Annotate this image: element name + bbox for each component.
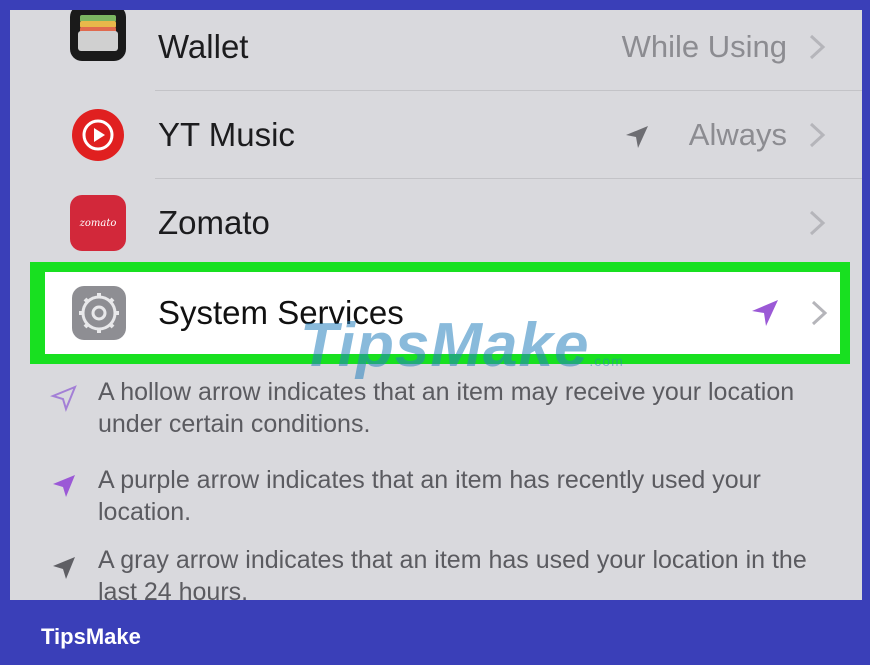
purple-arrow-icon bbox=[53, 475, 75, 497]
app-permission-wallet: While Using bbox=[621, 29, 787, 64]
chevron-right-icon bbox=[811, 300, 828, 326]
location-arrow-purple-icon bbox=[752, 300, 778, 326]
zomato-icon: zomato bbox=[70, 195, 126, 251]
gray-arrow-icon bbox=[53, 557, 75, 579]
app-name-wallet: Wallet bbox=[158, 28, 249, 65]
legend-text-hollow: A hollow arrow indicates that an item ma… bbox=[98, 378, 795, 438]
app-permission-yt-music: Always bbox=[688, 117, 787, 152]
app-name-zomato: Zomato bbox=[158, 204, 270, 241]
watermark: TipsMake.com bbox=[300, 311, 624, 380]
chevron-right-icon bbox=[809, 122, 826, 148]
legend-text-purple: A purple arrow indicates that an item ha… bbox=[98, 466, 761, 526]
app-row-wallet[interactable]: Wallet While Using bbox=[10, 10, 862, 91]
settings-gear-icon bbox=[72, 286, 126, 340]
hollow-arrow-icon bbox=[50, 385, 77, 412]
chevron-right-icon bbox=[809, 210, 826, 236]
app-row-yt-music[interactable]: YT Music Always bbox=[10, 91, 862, 179]
yt-music-icon bbox=[70, 107, 126, 163]
location-arrow-gray-icon bbox=[626, 126, 648, 148]
legend-text-gray: A gray arrow indicates that an item has … bbox=[98, 546, 807, 600]
brand-logo: TipsMake bbox=[41, 624, 141, 649]
wallet-icon bbox=[70, 10, 126, 61]
app-row-zomato[interactable]: zomato Zomato bbox=[10, 179, 862, 267]
location-services-screen: Wallet While Using YT Music Always zomat… bbox=[10, 10, 862, 600]
app-name-yt-music: YT Music bbox=[158, 116, 295, 153]
chevron-right-icon bbox=[809, 34, 826, 60]
